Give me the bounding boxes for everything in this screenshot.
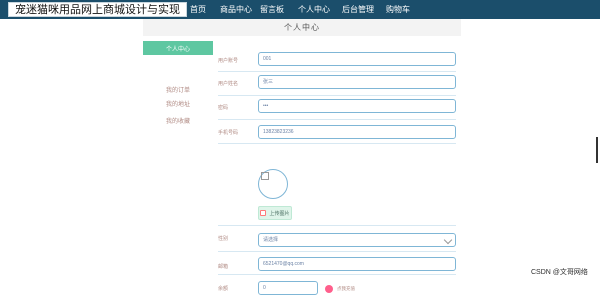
gender-placeholder: 请选择 [263,237,279,243]
divider [218,251,456,252]
label-balance: 余额 [218,286,229,292]
scrollbar-thumb[interactable] [596,137,598,163]
nav-home[interactable]: 首页 [190,4,206,15]
divider [218,71,456,72]
input-user-account[interactable]: 001 [258,52,456,66]
label-phone: 手机号码 [218,130,239,136]
label-email: 邮箱 [218,264,229,270]
label-user-account: 用户账号 [218,58,239,64]
label-gender: 性别 [218,236,229,242]
top-nav-bar: 宠迷猫咪用品网上商城设计与实现 首页 商品中心 留言板 个人中心 后台管理 购物… [0,0,600,19]
label-user-name: 用户姓名 [218,81,239,87]
sidebar-item-favorites[interactable]: 我的收藏 [143,116,213,125]
page-title: 个人中心 [143,19,461,36]
image-icon [260,210,267,216]
watermark: CSDN @文哥网络 [531,269,588,276]
input-email[interactable]: 6521470@qq.com [258,257,456,271]
user-center-panel: 个人中心 个人中心 我的订单 我的地址 我的收藏 用户账号 001 用户姓名 张… [143,19,461,295]
divider [218,274,456,275]
nav-cart[interactable]: 购物车 [386,4,410,15]
divider [218,225,456,226]
input-password[interactable]: ••• [258,99,456,113]
upload-image-label: 上传图片 [269,210,290,217]
nav-products[interactable]: 商品中心 [220,4,252,15]
divider [218,143,456,144]
nav-message-board[interactable]: 留言板 [260,4,284,15]
nav-admin[interactable]: 后台管理 [342,4,374,15]
app-title: 宠迷猫咪用品网上商城设计与实现 [8,2,187,17]
nav-user-center[interactable]: 个人中心 [298,4,330,15]
gender-select[interactable]: 请选择 [258,233,456,247]
chevron-down-icon [443,235,453,245]
recharge-label[interactable]: 点我充值 [337,285,355,293]
avatar [258,169,288,199]
divider [218,95,456,96]
sidebar-item-user-center[interactable]: 个人中心 [143,41,213,55]
broken-image-icon [261,172,269,180]
sidebar-item-orders[interactable]: 我的订单 [143,85,213,94]
input-user-name[interactable]: 张三 [258,75,456,89]
sidebar-item-address[interactable]: 我的地址 [143,99,213,108]
recharge-radio[interactable] [325,285,333,293]
input-balance[interactable]: 0 [258,281,318,295]
label-password: 密码 [218,105,229,111]
input-phone[interactable]: 13823823236 [258,125,456,139]
upload-image-button[interactable]: 上传图片 [258,206,292,220]
divider [218,119,456,120]
